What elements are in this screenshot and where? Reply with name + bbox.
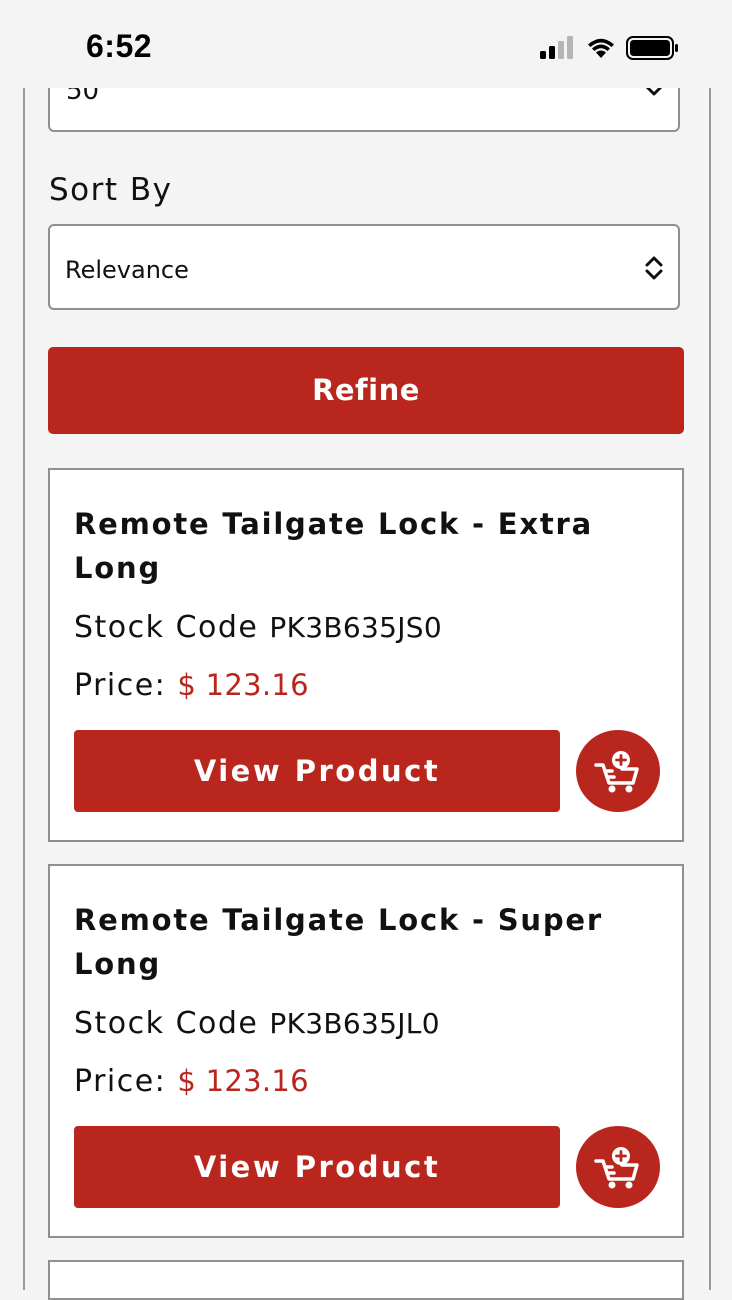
- price-label: Price:: [74, 668, 167, 703]
- stock-code-label: Stock Code: [74, 610, 259, 645]
- sort-by-select[interactable]: Relevance: [48, 224, 680, 310]
- status-time: 6:52: [86, 28, 153, 64]
- product-card: Remote Tailgate Lock - Extra Long Stock …: [48, 468, 684, 842]
- cart-add-icon: [594, 751, 639, 793]
- price-line: Price: $ 123.16: [74, 668, 309, 703]
- cart-add-icon: [594, 1147, 639, 1189]
- stock-code-value: PK3B635JS0: [269, 611, 442, 644]
- product-card-partial: [48, 1260, 684, 1300]
- add-to-cart-button[interactable]: [576, 730, 660, 812]
- price-value: $ 123.16: [177, 668, 309, 702]
- view-product-button[interactable]: View Product: [74, 730, 560, 812]
- cellular-signal-icon: [540, 36, 573, 59]
- status-bar: 6:52: [0, 0, 732, 88]
- chevron-up-down-icon: [645, 256, 663, 280]
- sort-by-label: Sort By: [49, 172, 173, 208]
- sort-by-value: Relevance: [65, 256, 189, 284]
- stock-code-line: Stock Code PK3B635JL0: [74, 1006, 440, 1041]
- product-card: Remote Tailgate Lock - Super Long Stock …: [48, 864, 684, 1238]
- refine-button[interactable]: Refine: [48, 347, 684, 434]
- status-icons: [540, 32, 680, 64]
- price-label: Price:: [74, 1064, 167, 1099]
- product-title[interactable]: Remote Tailgate Lock - Super Long: [74, 898, 634, 986]
- stock-code-value: PK3B635JL0: [269, 1007, 440, 1040]
- view-product-button[interactable]: View Product: [74, 1126, 560, 1208]
- stock-code-line: Stock Code PK3B635JS0: [74, 610, 442, 645]
- wifi-icon: [588, 38, 614, 58]
- add-to-cart-button[interactable]: [576, 1126, 660, 1208]
- battery-icon: [626, 36, 678, 60]
- price-value: $ 123.16: [177, 1064, 309, 1098]
- product-title[interactable]: Remote Tailgate Lock - Extra Long: [74, 502, 634, 590]
- price-line: Price: $ 123.16: [74, 1064, 309, 1099]
- stock-code-label: Stock Code: [74, 1006, 259, 1041]
